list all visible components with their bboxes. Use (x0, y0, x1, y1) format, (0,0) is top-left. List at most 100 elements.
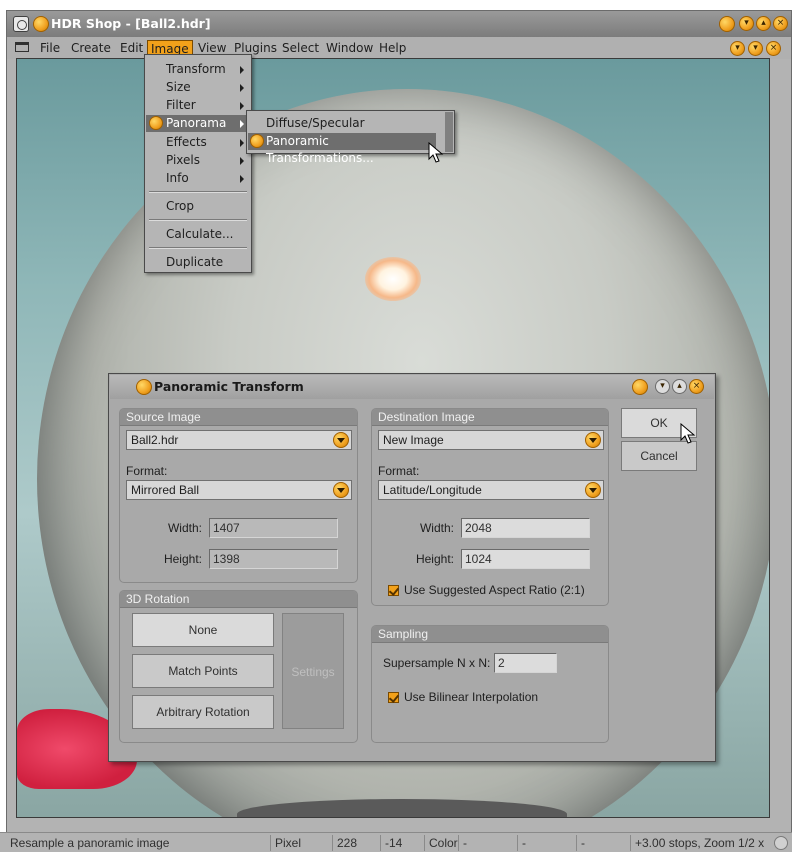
menu-item-size[interactable]: Size (146, 79, 250, 96)
bilinear-label[interactable]: Use Bilinear Interpolation (404, 690, 538, 704)
bilinear-checkbox[interactable] (388, 692, 399, 703)
light-bulb-reflection (365, 257, 421, 301)
source-format-combo[interactable]: Mirrored Ball (126, 480, 352, 500)
status-color-r: - (458, 835, 467, 851)
title-bar[interactable]: HDR Shop - [Ball2.hdr] ▾ ▴ × (7, 11, 791, 37)
source-image-combo[interactable]: Ball2.hdr (126, 430, 352, 450)
sampling-header: Sampling (372, 626, 608, 643)
submenu-arrow-icon (240, 102, 244, 110)
destination-height-field[interactable]: 1024 (461, 549, 590, 569)
dropdown-arrow-icon[interactable] (585, 432, 601, 448)
menu-window[interactable]: Window (323, 40, 376, 57)
dropdown-arrow-icon[interactable] (333, 482, 349, 498)
mouse-pointer-icon (680, 423, 696, 444)
submenu-edge (445, 112, 453, 152)
menu-item-pixels[interactable]: Pixels (146, 152, 250, 169)
match-points-button[interactable]: Match Points (132, 654, 274, 688)
dialog-close-button[interactable]: × (689, 379, 704, 394)
destination-image-group: Destination Image New Image Format: Lati… (371, 408, 609, 606)
arbitrary-rotation-button[interactable]: Arbitrary Rotation (132, 695, 274, 729)
menu-create[interactable]: Create (68, 40, 114, 57)
menu-item-transform[interactable]: Transform (146, 61, 250, 78)
dropdown-arrow-icon[interactable] (585, 482, 601, 498)
aspect-ratio-label[interactable]: Use Suggested Aspect Ratio (2:1) (404, 583, 585, 597)
cancel-button[interactable]: Cancel (621, 441, 697, 471)
dialog-maximize-button[interactable]: ▴ (672, 379, 687, 394)
destination-height-label: Height: (415, 552, 454, 566)
submenu-arrow-icon (240, 84, 244, 92)
status-orb-icon (719, 16, 735, 32)
app-orb-icon (33, 16, 49, 32)
supersample-field[interactable]: 2 (494, 653, 557, 673)
rotation-group: 3D Rotation None Match Points Arbitrary … (119, 590, 358, 743)
menu-item-calculate[interactable]: Calculate... (146, 226, 250, 243)
supersample-label: Supersample N x N: (383, 656, 491, 670)
rotation-none-button[interactable]: None (132, 613, 274, 647)
menu-item-panorama[interactable]: Panorama (146, 115, 250, 132)
rotation-header: 3D Rotation (120, 591, 357, 608)
menu-file[interactable]: File (37, 40, 63, 57)
status-y-coordinate: -14 (380, 835, 402, 851)
menu-separator (149, 219, 247, 221)
destination-width-field[interactable]: 2048 (461, 518, 590, 538)
menu-item-diffuse-specular[interactable]: Diffuse/Specular Convolution... (248, 115, 436, 147)
rotation-settings-button[interactable]: Settings (282, 613, 344, 729)
menu-select[interactable]: Select (279, 40, 322, 57)
destination-width-label: Width: (419, 521, 454, 535)
doc-minimize-button[interactable]: ▾ (730, 41, 745, 56)
menu-separator (149, 247, 247, 249)
menu-item-crop[interactable]: Crop (146, 198, 250, 215)
document-icon[interactable] (15, 42, 29, 52)
menu-item-filter[interactable]: Filter (146, 97, 250, 114)
status-zoom: +3.00 stops, Zoom 1/2 x (630, 835, 764, 851)
submenu-arrow-icon (240, 120, 244, 128)
system-menu-icon[interactable] (13, 16, 29, 32)
menu-edit[interactable]: Edit (117, 40, 146, 57)
dialog-title-bar[interactable]: Panoramic Transform ▾ ▴ × (110, 375, 714, 399)
doc-close-button[interactable]: × (766, 41, 781, 56)
status-color-b: - (576, 835, 585, 851)
menu-item-info[interactable]: Info (146, 170, 250, 187)
status-color-label: Color (424, 835, 458, 851)
menu-item-effects[interactable]: Effects (146, 134, 250, 151)
dialog-title: Panoramic Transform (154, 379, 304, 394)
source-width-field: 1407 (209, 518, 338, 538)
dialog-minimize-button[interactable]: ▾ (655, 379, 670, 394)
status-pixel-label: Pixel (270, 835, 301, 851)
menu-item-duplicate[interactable]: Duplicate (146, 254, 250, 271)
maximize-button[interactable]: ▴ (756, 16, 771, 31)
minimize-button[interactable]: ▾ (739, 16, 754, 31)
submenu-arrow-icon (240, 139, 244, 147)
source-image-header: Source Image (120, 409, 357, 426)
source-width-label: Width: (167, 521, 202, 535)
selected-orb-icon (250, 134, 264, 148)
window-title: HDR Shop - [Ball2.hdr] (51, 16, 211, 31)
source-height-label: Height: (163, 552, 202, 566)
dialog-status-orb-icon (632, 379, 648, 395)
selected-orb-icon (149, 116, 163, 130)
resize-grip-icon[interactable] (774, 836, 788, 850)
destination-image-combo[interactable]: New Image (378, 430, 604, 450)
close-button[interactable]: × (773, 16, 788, 31)
dropdown-arrow-icon[interactable] (333, 432, 349, 448)
mouse-pointer-icon (428, 142, 444, 163)
menu-separator (149, 191, 247, 193)
panoramic-transform-dialog: Panoramic Transform ▾ ▴ × Source Image B… (108, 373, 716, 762)
source-format-label: Format: (126, 464, 168, 478)
destination-format-combo[interactable]: Latitude/Longitude (378, 480, 604, 500)
destination-format-label: Format: (378, 464, 420, 478)
source-height-field: 1398 (209, 549, 338, 569)
sampling-group: Sampling Supersample N x N: 2 Use Biline… (371, 625, 609, 743)
aspect-ratio-checkbox[interactable] (388, 585, 399, 596)
destination-image-header: Destination Image (372, 409, 608, 426)
source-image-group: Source Image Ball2.hdr Format: Mirrored … (119, 408, 358, 583)
submenu-arrow-icon (240, 157, 244, 165)
status-x-coordinate: 228 (332, 835, 357, 851)
status-bar: Resample a panoramic image Pixel 228 -14… (0, 832, 792, 852)
doc-restore-button[interactable]: ▾ (748, 41, 763, 56)
menu-help[interactable]: Help (376, 40, 409, 57)
menu-item-panoramic-transformations[interactable]: Panoramic Transformations... (248, 133, 436, 165)
submenu-arrow-icon (240, 175, 244, 183)
panorama-submenu: Diffuse/Specular Convolution... Panorami… (246, 110, 455, 165)
menu-bar: File Create Edit Image View Plugins Sele… (7, 37, 791, 59)
